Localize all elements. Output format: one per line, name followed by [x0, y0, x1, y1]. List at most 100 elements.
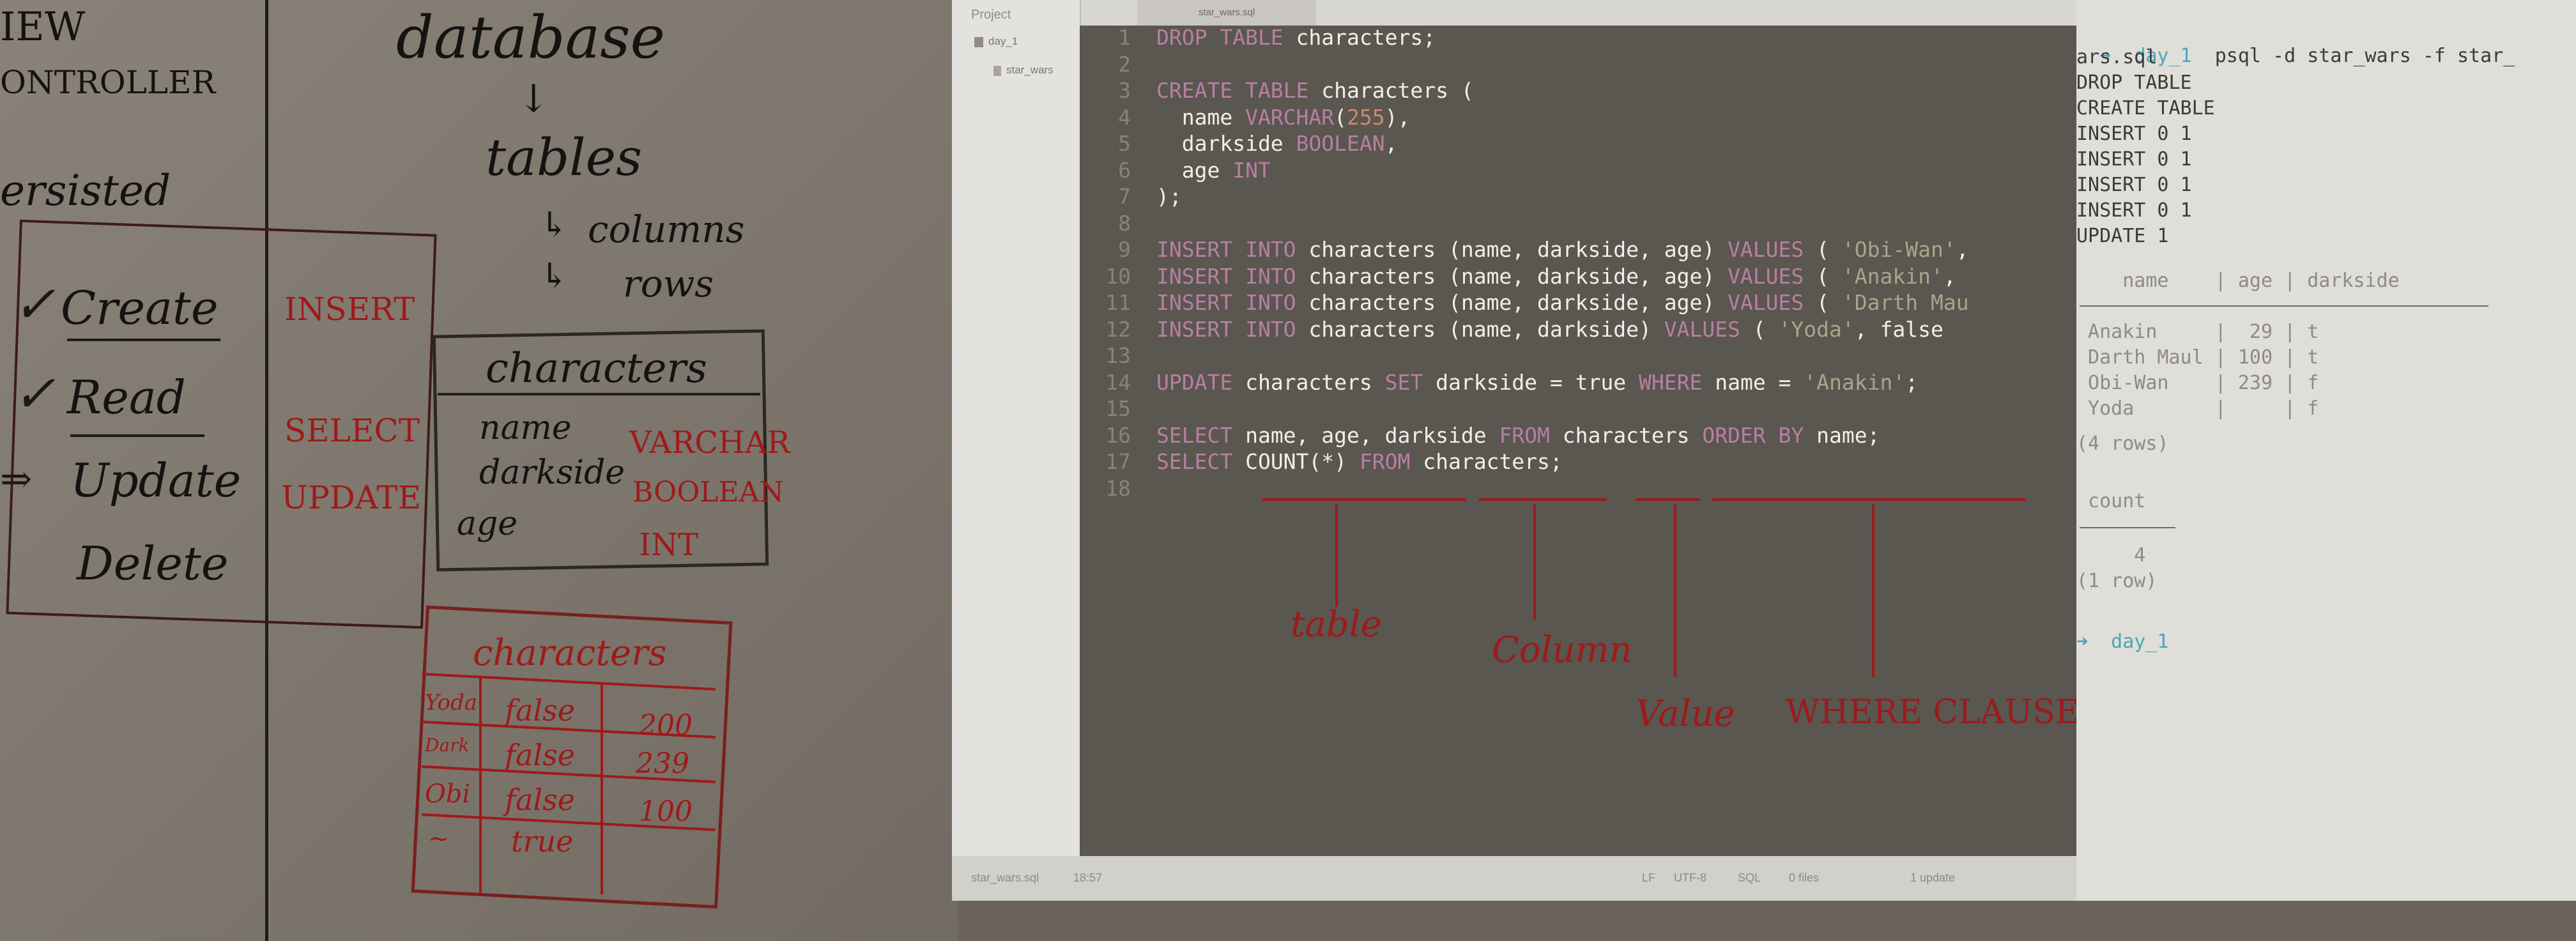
- wb-sql-select: SELECT: [284, 412, 420, 449]
- wb-data-r3c2: false: [505, 783, 575, 817]
- code-line[interactable]: 11 INSERT INTO characters (name, darkside…: [1080, 289, 2076, 316]
- code-line[interactable]: 3 CREATE TABLE characters (: [1080, 77, 2076, 104]
- code-token: WHERE: [1639, 369, 1715, 395]
- code-token: name =: [1715, 369, 1804, 395]
- result-row-4: Yoda | | f: [2076, 397, 2319, 420]
- code-token: (: [1334, 104, 1347, 130]
- wb-schema-int: INT: [639, 527, 698, 563]
- wb-arrow-columns: ↳: [540, 204, 569, 245]
- wb-persisted: ersisted: [0, 166, 171, 215]
- wb-data-col-line-1: [479, 677, 482, 894]
- status-line-ending[interactable]: LF: [1642, 871, 1655, 885]
- wb-read-underline: [70, 434, 204, 437]
- wb-database: database: [396, 3, 665, 72]
- terminal-command-cont: ars.sql: [2076, 46, 2158, 68]
- wb-sql-insert: INSERT: [284, 291, 415, 328]
- tree-item-star-wars[interactable]: star_wars: [993, 64, 1054, 77]
- code-token: );: [1156, 184, 1182, 209]
- wb-data-r4c2: true: [511, 824, 574, 859]
- wb-schema-age: age: [457, 505, 518, 543]
- code-token: FROM: [1359, 449, 1423, 474]
- wb-rows: rows: [623, 262, 714, 305]
- folder-icon: [974, 36, 983, 47]
- code-line[interactable]: 9 INSERT INTO characters (name, darkside,…: [1080, 236, 2076, 263]
- line-number: 6: [1118, 157, 1131, 183]
- line-number: 10: [1105, 263, 1131, 289]
- code-token: CREATE TABLE: [1156, 78, 1322, 103]
- code-line[interactable]: 5 darkside BOOLEAN,: [1080, 130, 2076, 157]
- status-grammar[interactable]: SQL: [1738, 871, 1761, 885]
- status-update[interactable]: 1 update: [1910, 871, 1955, 885]
- status-git[interactable]: 0 files: [1789, 871, 1819, 885]
- count-separator: [2080, 527, 2175, 528]
- status-position[interactable]: 18:57: [1073, 871, 1102, 885]
- code-token: name, age, darkside: [1245, 422, 1499, 448]
- code-token: characters (: [1321, 78, 1474, 103]
- code-token: name: [1156, 104, 1246, 130]
- code-line[interactable]: 2: [1080, 51, 2076, 78]
- code-token: 'Anakin': [1841, 263, 1943, 289]
- annot-label-column: Column: [1492, 629, 1632, 671]
- status-bar: star_wars.sql 18:57 LF UTF-8 SQL 0 files…: [952, 856, 2076, 901]
- wb-arrow-down-1: ↓: [518, 77, 550, 121]
- wb-create-underline: [67, 339, 220, 341]
- terminal-final-prompt: ➜ day_1: [2076, 631, 2169, 653]
- code-line[interactable]: 6 age INT: [1080, 157, 2076, 184]
- line-number: 14: [1105, 369, 1131, 395]
- wb-crud-delete: Delete: [77, 537, 229, 590]
- code-token: BOOLEAN: [1296, 131, 1385, 156]
- annot-arrow-table: [1335, 505, 1338, 607]
- result-table-separator: [2080, 305, 2488, 307]
- code-token: UPDATE: [1156, 369, 1246, 395]
- code-token: INT: [1232, 157, 1271, 183]
- terminal-out-3: INSERT 0 1: [2076, 123, 2192, 145]
- wb-crud-arrow-3: ⇒: [0, 457, 33, 501]
- annot-underline-table: [1262, 498, 1466, 501]
- line-number: 3: [1118, 78, 1131, 103]
- code-token: VALUES: [1664, 316, 1753, 342]
- code-line[interactable]: 8: [1080, 210, 2076, 237]
- terminal-out-4: INSERT 0 1: [2076, 148, 2192, 171]
- line-number: 15: [1105, 396, 1131, 421]
- code-token: SELECT: [1156, 422, 1246, 448]
- code-line[interactable]: 13: [1080, 342, 2076, 369]
- code-token: DROP TABLE: [1156, 25, 1296, 50]
- code-token: (: [1816, 290, 1842, 315]
- code-token: ORDER BY: [1702, 422, 1817, 448]
- code-token: ,: [1956, 237, 1969, 262]
- status-file[interactable]: star_wars.sql: [971, 871, 1039, 885]
- wb-crud-check-1: ✓: [13, 275, 56, 334]
- code-token: SELECT: [1156, 449, 1246, 474]
- editor-tab[interactable]: star_wars.sql: [1137, 0, 1316, 26]
- code-line[interactable]: 14 UPDATE characters SET darkside = true …: [1080, 369, 2076, 396]
- code-token: characters: [1245, 369, 1385, 395]
- code-line[interactable]: 7);: [1080, 183, 2076, 210]
- editor-sidebar: Project: [952, 0, 1081, 901]
- code-line[interactable]: 17 SELECT COUNT(*) FROM characters;: [1080, 448, 2076, 475]
- code-line[interactable]: 1 DROP TABLE characters;: [1080, 24, 2076, 51]
- code-token: ,: [1943, 263, 1956, 289]
- code-line[interactable]: 15: [1080, 395, 2076, 422]
- wb-data-title: characters: [473, 632, 667, 674]
- code-token: characters (name, darkside, age): [1308, 263, 1728, 289]
- code-line[interactable]: 10 INSERT INTO characters (name, darkside…: [1080, 263, 2076, 290]
- wb-mvc-line-1: IEW: [0, 3, 86, 50]
- annot-arrow-where: [1872, 505, 1874, 677]
- status-encoding[interactable]: UTF-8: [1674, 871, 1706, 885]
- line-number: 7: [1118, 184, 1131, 209]
- code-token: 255: [1347, 104, 1385, 130]
- wb-sql-update: UPDATE: [281, 479, 422, 516]
- code-token: INSERT INTO: [1156, 237, 1309, 262]
- tree-item-day-1[interactable]: day_1: [974, 35, 1018, 48]
- wb-data-r1c3: 200: [639, 709, 693, 742]
- wb-crud-check-2: ✓: [13, 364, 56, 424]
- line-number: 8: [1118, 210, 1131, 236]
- line-number: 11: [1105, 290, 1131, 315]
- wb-arrow-rows: ↳: [540, 256, 569, 296]
- terminal-out-2: CREATE TABLE: [2076, 97, 2215, 119]
- result-row-3: Obi-Wan | 239 | f: [2076, 372, 2319, 394]
- code-line[interactable]: 12 INSERT INTO characters (name, darkside…: [1080, 316, 2076, 343]
- line-number: 5: [1118, 131, 1131, 156]
- code-line[interactable]: 16 SELECT name, age, darkside FROM charac…: [1080, 422, 2076, 449]
- code-line[interactable]: 4 name VARCHAR(255),: [1080, 104, 2076, 131]
